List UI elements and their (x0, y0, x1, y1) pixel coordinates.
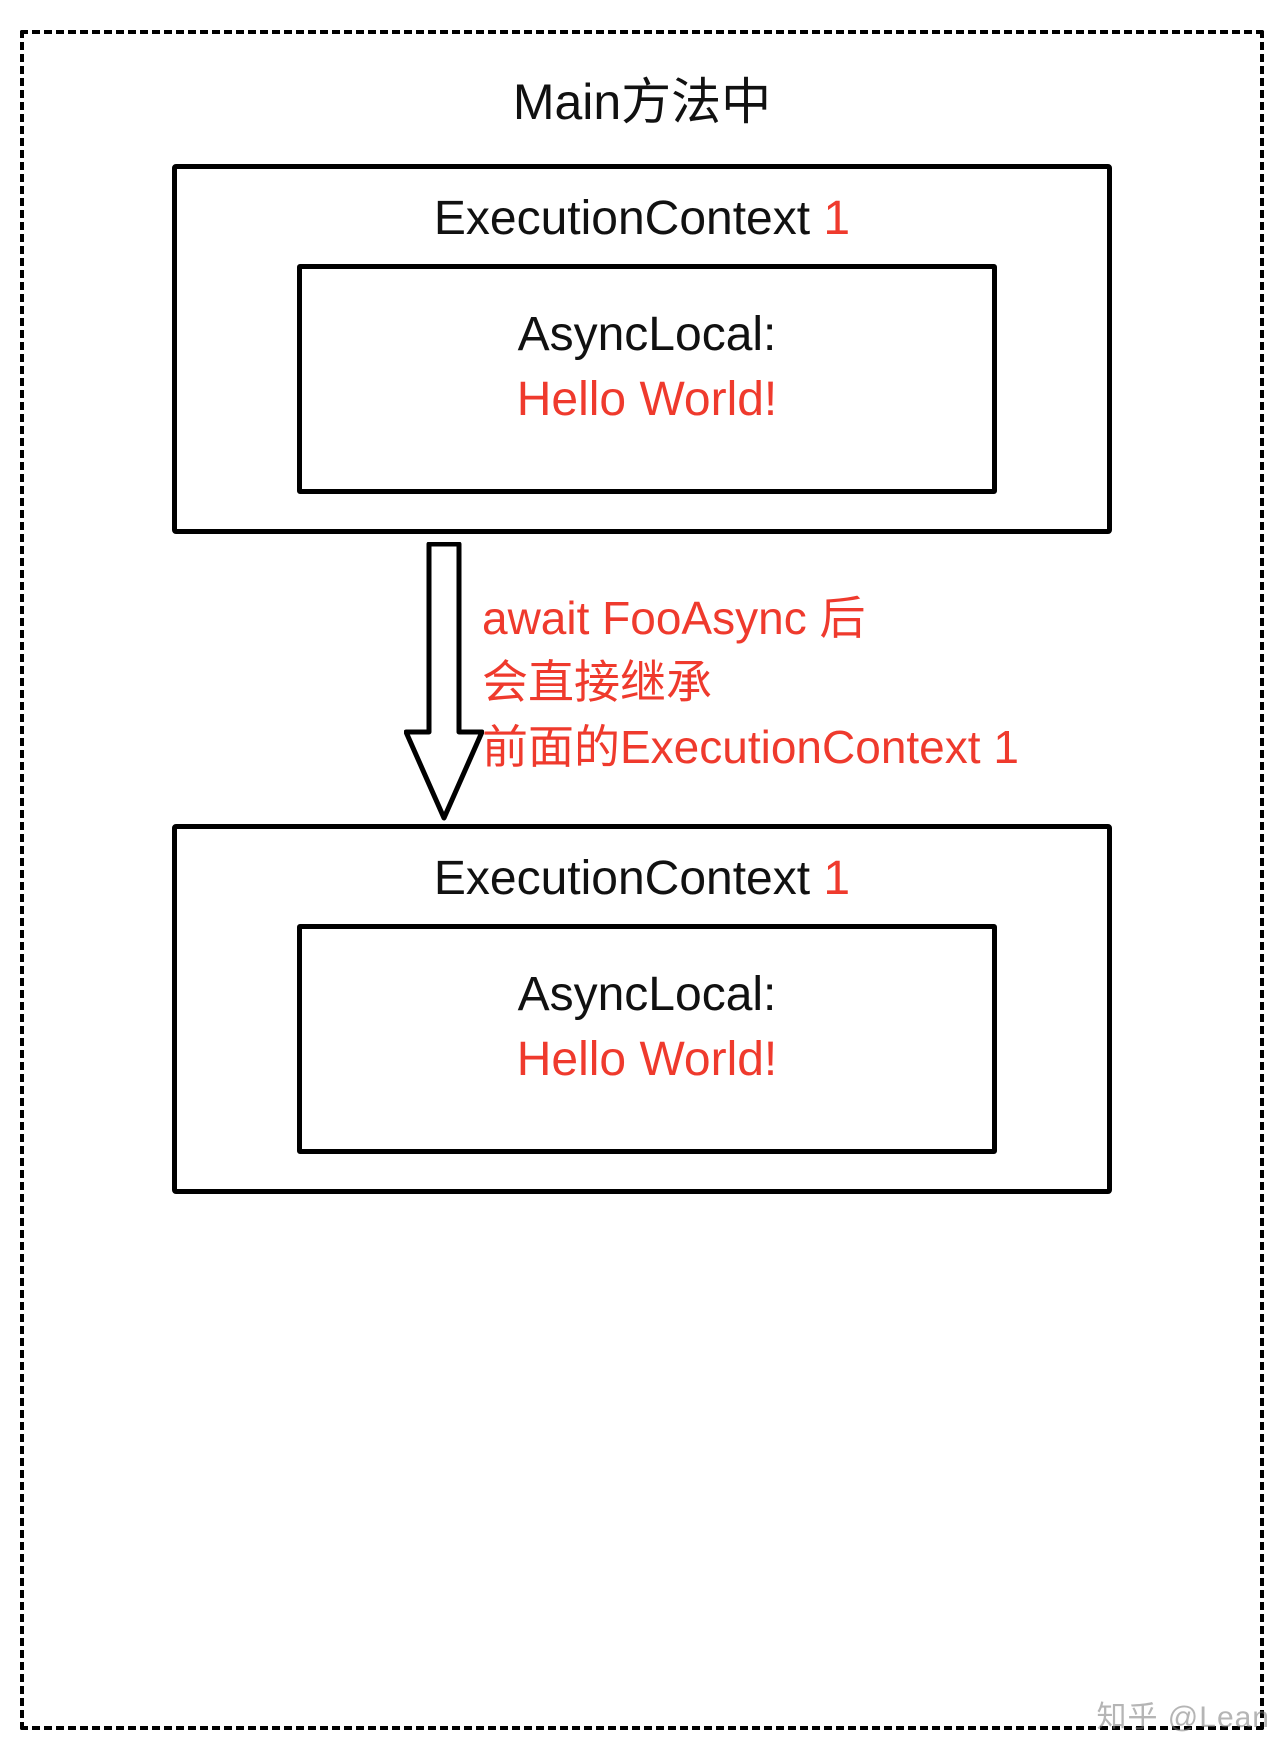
arrow-annotation: await FooAsync 后 会直接继承 前面的ExecutionConte… (482, 586, 1019, 779)
watermark: 知乎 @Lean (1096, 1692, 1270, 1736)
asynclocal-value-bottom: Hello World! (302, 1032, 992, 1087)
context-title-number: 1 (823, 852, 850, 905)
context-title-number: 1 (823, 192, 850, 245)
inheritance-arrow-icon (404, 542, 484, 822)
execution-context-title-bottom: ExecutionContext 1 (177, 851, 1107, 906)
main-method-container: Main方法中 ExecutionContext 1 AsyncLocal: H… (20, 30, 1264, 1730)
context-title-prefix: ExecutionContext (434, 852, 824, 905)
annotation-line-2: 会直接继承 (482, 650, 1019, 714)
asynclocal-label-top: AsyncLocal: (302, 307, 992, 362)
execution-context-box-top: ExecutionContext 1 AsyncLocal: Hello Wor… (172, 164, 1112, 534)
context-title-prefix: ExecutionContext (434, 192, 824, 245)
main-method-title: Main方法中 (24, 62, 1260, 134)
asynclocal-label-bottom: AsyncLocal: (302, 967, 992, 1022)
asynclocal-value-top: Hello World! (302, 372, 992, 427)
execution-context-title-top: ExecutionContext 1 (177, 191, 1107, 246)
asynclocal-box-top: AsyncLocal: Hello World! (297, 264, 997, 494)
execution-context-box-bottom: ExecutionContext 1 AsyncLocal: Hello Wor… (172, 824, 1112, 1194)
annotation-line-3: 前面的ExecutionContext 1 (482, 715, 1019, 779)
asynclocal-box-bottom: AsyncLocal: Hello World! (297, 924, 997, 1154)
annotation-line-1: await FooAsync 后 (482, 586, 1019, 650)
